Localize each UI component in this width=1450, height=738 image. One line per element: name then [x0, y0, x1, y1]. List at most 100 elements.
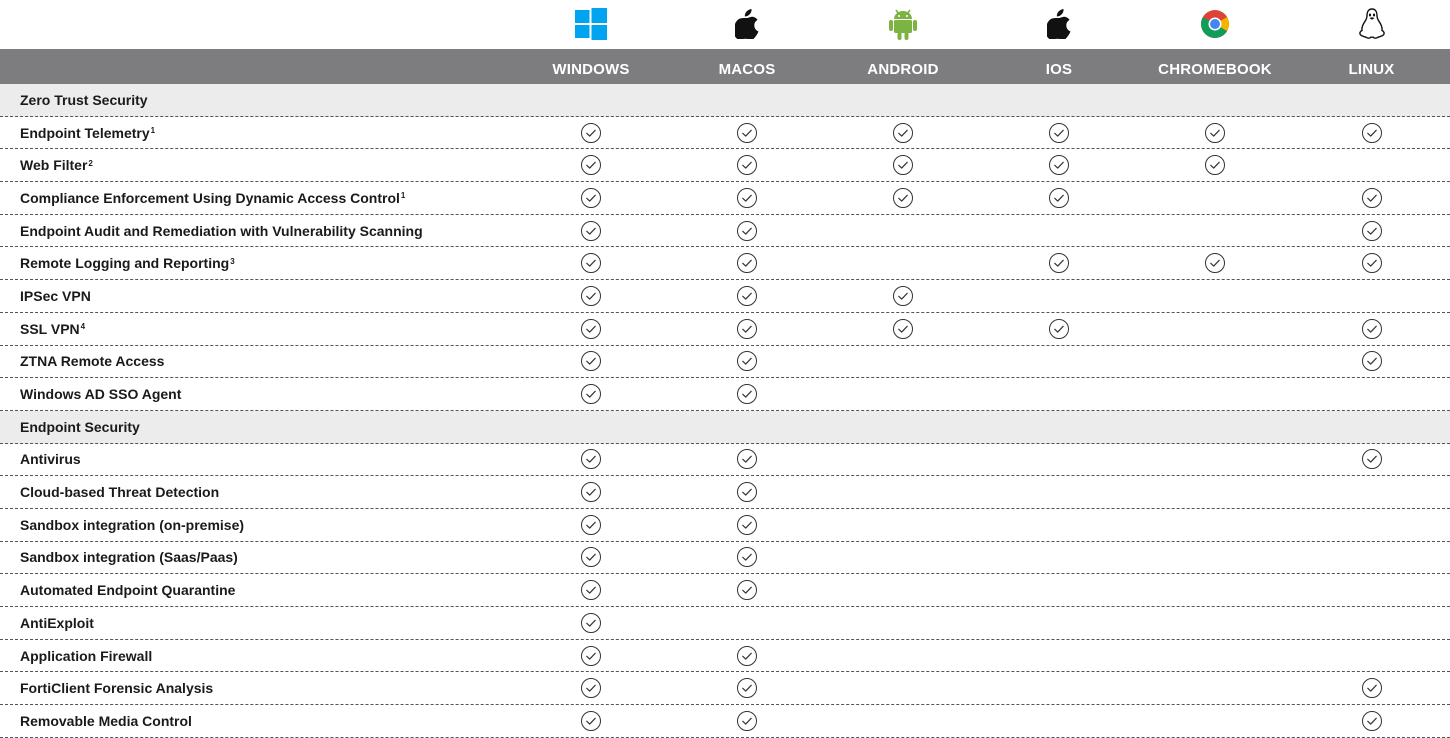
support-cell-linux	[1293, 149, 1450, 181]
check-circle-icon	[1204, 154, 1226, 176]
support-cell-macos	[669, 215, 825, 247]
feature-row: FortiClient Forensic Analysis	[0, 672, 1450, 706]
support-cell-ios	[981, 378, 1137, 410]
check-circle-icon	[736, 677, 758, 699]
check-circle-icon	[736, 546, 758, 568]
support-cell-macos	[669, 607, 825, 639]
feature-row: Removable Media Control	[0, 705, 1450, 738]
support-cell-ios	[981, 346, 1137, 378]
check-circle-icon	[580, 220, 602, 242]
feature-row: SSL VPN 4	[0, 313, 1450, 346]
check-circle-icon	[580, 285, 602, 307]
feature-label: Windows AD SSO Agent	[0, 378, 513, 410]
support-cell-chromebook	[1137, 574, 1293, 606]
header-macos: MACOS	[718, 61, 776, 78]
check-circle-icon	[580, 579, 602, 601]
feature-row: AntiExploit	[0, 607, 1450, 640]
support-cell-chromebook	[1137, 640, 1293, 672]
support-cell-chromebook	[1137, 117, 1293, 149]
check-circle-icon	[580, 350, 602, 372]
support-cell-chromebook	[1137, 280, 1293, 312]
section-title: Zero Trust Security	[0, 84, 513, 116]
feature-label-text: ZTNA Remote Access	[20, 353, 165, 370]
support-cell-android	[825, 84, 981, 116]
support-cell-linux	[1293, 378, 1450, 410]
feature-label-text: Endpoint Audit and Remediation with Vuln…	[20, 222, 423, 239]
check-circle-icon	[1048, 187, 1070, 209]
feature-label-text: Antivirus	[20, 451, 81, 468]
check-circle-icon	[580, 448, 602, 470]
support-cell-ios	[981, 542, 1137, 574]
support-cell-android	[825, 411, 981, 443]
support-cell-ios	[981, 149, 1137, 181]
support-cell-windows	[513, 672, 669, 704]
support-cell-ios	[981, 705, 1137, 737]
support-cell-macos	[669, 313, 825, 345]
feature-rows: Zero Trust Security Endpoint Telemetry 1 We…	[0, 84, 1450, 738]
check-circle-icon	[736, 187, 758, 209]
support-cell-ios	[981, 215, 1137, 247]
support-cell-android	[825, 705, 981, 737]
support-cell-android	[825, 542, 981, 574]
check-circle-icon	[580, 187, 602, 209]
support-cell-macos	[669, 84, 825, 116]
support-cell-android	[825, 313, 981, 345]
feature-label: Remote Logging and Reporting 3	[0, 247, 513, 279]
footnote-marker: 2	[88, 158, 93, 168]
support-cell-ios	[981, 509, 1137, 541]
linux-tux-icon	[1293, 0, 1450, 48]
feature-label-text: Windows AD SSO Agent	[20, 386, 182, 403]
chrome-icon	[1137, 0, 1293, 48]
support-cell-chromebook	[1137, 182, 1293, 214]
support-cell-macos	[669, 509, 825, 541]
support-cell-chromebook	[1137, 672, 1293, 704]
feature-label: Web Filter 2	[0, 149, 513, 181]
support-cell-windows	[513, 640, 669, 672]
check-circle-icon	[892, 122, 914, 144]
support-cell-chromebook	[1137, 149, 1293, 181]
section-header-row: Zero Trust Security	[0, 84, 1450, 117]
check-circle-icon	[1361, 187, 1383, 209]
check-circle-icon	[1048, 318, 1070, 340]
support-cell-linux	[1293, 117, 1450, 149]
support-cell-windows	[513, 705, 669, 737]
support-cell-chromebook	[1137, 509, 1293, 541]
header-empty	[0, 49, 513, 84]
support-cell-ios	[981, 607, 1137, 639]
feature-label-text: Cloud-based Threat Detection	[20, 484, 220, 501]
feature-row: Automated Endpoint Quarantine	[0, 574, 1450, 607]
support-cell-linux	[1293, 672, 1450, 704]
feature-row: Cloud-based Threat Detection	[0, 476, 1450, 509]
support-cell-ios	[981, 411, 1137, 443]
support-cell-windows	[513, 346, 669, 378]
check-circle-icon	[892, 187, 914, 209]
check-circle-icon	[1204, 122, 1226, 144]
check-circle-icon	[1361, 122, 1383, 144]
check-circle-icon	[736, 481, 758, 503]
feature-label-text: FortiClient Forensic Analysis	[20, 680, 214, 697]
feature-label-text: Application Firewall	[20, 647, 153, 664]
platform-icon-row	[0, 0, 1450, 48]
support-cell-windows	[513, 247, 669, 279]
support-cell-linux	[1293, 607, 1450, 639]
support-cell-linux	[1293, 280, 1450, 312]
support-cell-linux	[1293, 476, 1450, 508]
support-cell-linux	[1293, 247, 1450, 279]
support-cell-android	[825, 640, 981, 672]
support-cell-linux	[1293, 509, 1450, 541]
feature-label: SSL VPN 4	[0, 313, 513, 345]
support-cell-macos	[669, 149, 825, 181]
support-cell-ios	[981, 280, 1137, 312]
support-cell-linux	[1293, 411, 1450, 443]
feature-label: ZTNA Remote Access	[0, 346, 513, 378]
feature-label-text: Web Filter	[20, 157, 88, 174]
support-cell-windows	[513, 607, 669, 639]
support-cell-windows	[513, 476, 669, 508]
apple-icon	[669, 0, 825, 48]
check-circle-icon	[736, 350, 758, 372]
feature-label: Cloud-based Threat Detection	[0, 476, 513, 508]
support-cell-android	[825, 607, 981, 639]
feature-row: Windows AD SSO Agent	[0, 378, 1450, 411]
check-circle-icon	[580, 481, 602, 503]
check-circle-icon	[736, 645, 758, 667]
